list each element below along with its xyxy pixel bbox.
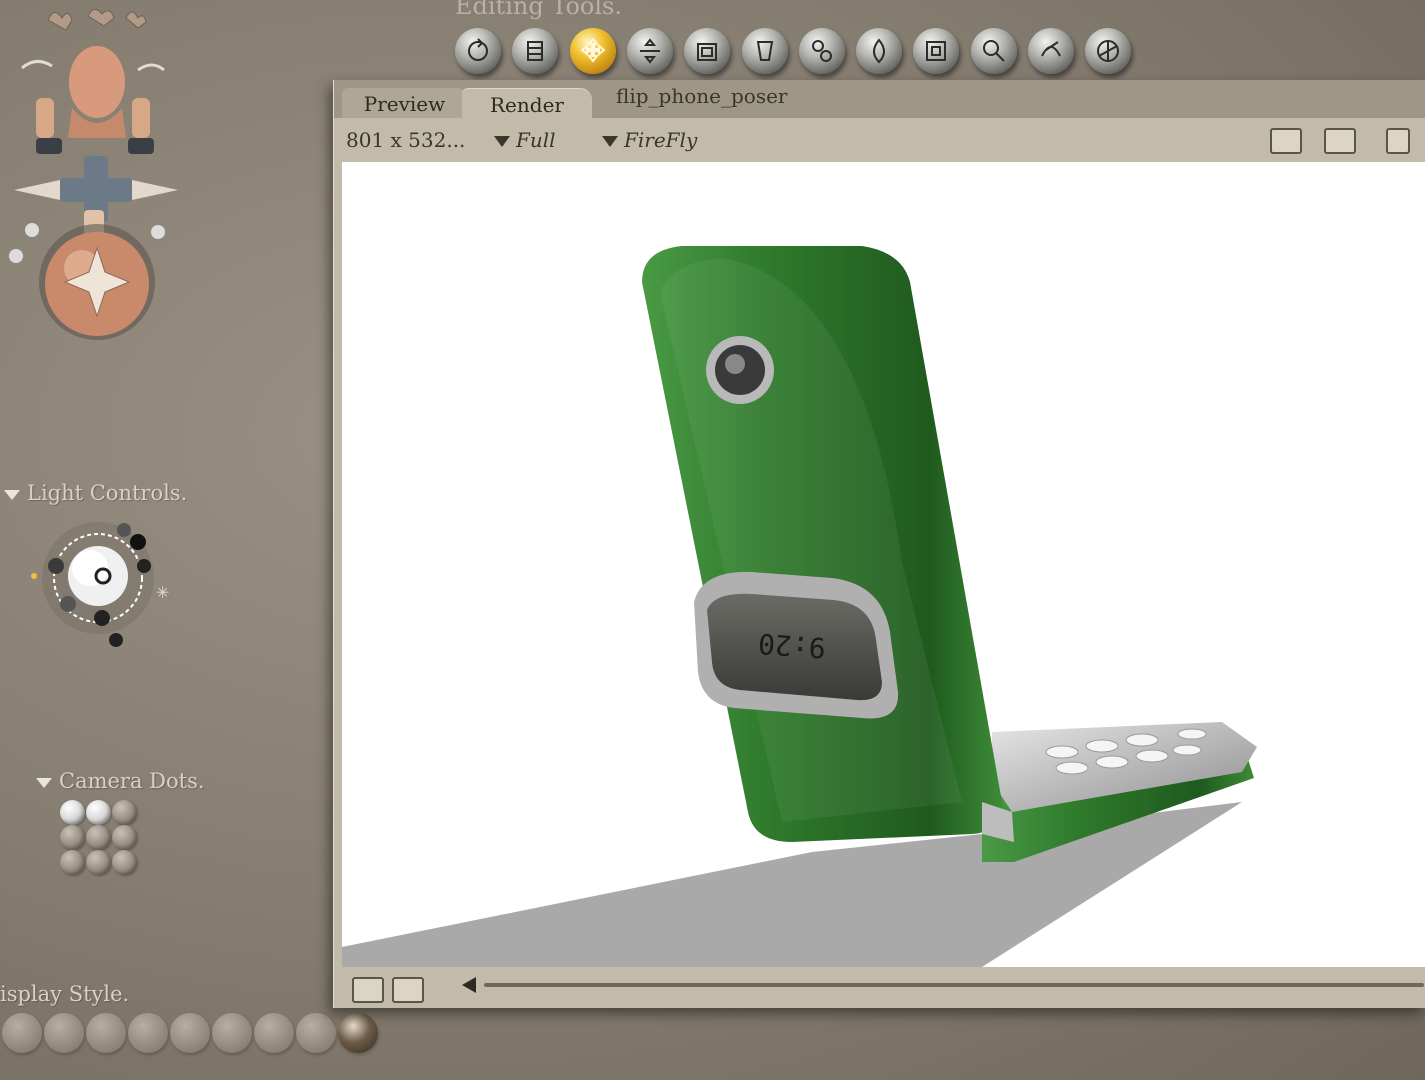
tool-button-color[interactable] [856, 28, 903, 74]
collapse-triangle-icon[interactable] [36, 777, 52, 788]
tool-button-scale[interactable] [684, 28, 731, 74]
camera-dot[interactable] [86, 800, 111, 825]
tab-preview[interactable]: Preview [342, 88, 467, 118]
collapse-triangle-icon[interactable] [4, 489, 20, 500]
document-tab-bar: Preview Render flip_phone_poser [334, 80, 1425, 119]
tool-button-chain-break[interactable] [798, 28, 845, 74]
display-style-label: isplay Style. [0, 982, 130, 1006]
tool-button-rotate[interactable] [455, 28, 501, 74]
display-style-button[interactable] [338, 1013, 378, 1053]
twist-icon [527, 41, 544, 61]
render-history-slider[interactable] [484, 983, 1424, 987]
tool-button-view-magnifier[interactable] [970, 28, 1017, 74]
camera-dot[interactable] [60, 825, 85, 850]
tool-button-twist[interactable] [512, 28, 559, 74]
camera-dot[interactable] [86, 825, 111, 850]
document-window: Preview Render flip_phone_poser 801 x 53… [333, 80, 1425, 1008]
tool-button-translate[interactable] [569, 28, 616, 74]
scale-icon [697, 43, 718, 61]
svg-text:✳: ✳ [156, 583, 169, 602]
direct-manipulation-icon [1097, 40, 1120, 62]
render-resolution[interactable]: 801 x 532... [346, 128, 465, 152]
light-controls-header[interactable]: Light Controls. [4, 481, 187, 505]
grouping-icon [926, 41, 947, 61]
camera-dot[interactable] [60, 800, 85, 825]
hand-icons [47, 9, 147, 31]
display-style-button[interactable] [212, 1013, 252, 1053]
render-info-bar: 801 x 532... Full FireFly [334, 118, 1425, 162]
light-controls-widget[interactable]: ✳ [28, 518, 188, 658]
phone-display-time: 9:20 [757, 627, 827, 665]
tab-render[interactable]: Render [462, 88, 592, 119]
display-style-button[interactable] [128, 1013, 168, 1053]
tool-button-morphing-tool[interactable] [1028, 28, 1074, 74]
compare-icon[interactable] [352, 977, 384, 1003]
render-size-dropdown[interactable]: Full [494, 128, 556, 152]
camera-dots-header[interactable]: Camera Dots. [36, 769, 205, 793]
render-bottom-bar [334, 967, 1425, 1008]
rotate-icon [468, 38, 489, 61]
render-size-value: Full [516, 128, 556, 152]
render-canvas[interactable]: 9:20 [342, 162, 1425, 967]
translate-icon [579, 37, 606, 63]
editing-tools-title: Editing Tools. [455, 0, 622, 20]
rendered-phone-image: 9:20 [342, 246, 1257, 967]
tool-button-translate-in-out[interactable] [626, 28, 673, 74]
display-style-button[interactable] [296, 1013, 336, 1053]
display-style-button[interactable] [254, 1013, 294, 1053]
display-style-button[interactable] [170, 1013, 210, 1053]
render-settings-icon[interactable] [1270, 128, 1302, 154]
document-name: flip_phone_poser [616, 84, 788, 108]
dropdown-arrow-icon [494, 136, 510, 147]
dropdown-arrow-icon [602, 136, 618, 147]
tool-button-direct-manipulation[interactable] [1085, 28, 1132, 74]
chain-break-icon [811, 40, 832, 62]
translate-in-out-icon [639, 38, 660, 64]
light-controls-label: Light Controls. [27, 481, 188, 505]
camera-controls[interactable] [0, 0, 200, 345]
new-window-icon[interactable] [1324, 128, 1356, 154]
tool-button-grouping[interactable] [913, 28, 960, 74]
display-style-button[interactable] [86, 1013, 126, 1053]
tool-button-taper[interactable] [741, 28, 788, 74]
camera-dot[interactable] [112, 800, 137, 825]
render-engine-value: FireFly [624, 128, 698, 152]
camera-dot[interactable] [86, 850, 111, 875]
camera-dots-label: Camera Dots. [59, 769, 205, 793]
display-style-button[interactable] [2, 1013, 42, 1053]
taper-icon [756, 41, 773, 61]
export-icon[interactable] [1386, 128, 1410, 154]
history-icon[interactable] [392, 977, 424, 1003]
render-engine-dropdown[interactable]: FireFly [602, 128, 697, 152]
camera-dot[interactable] [112, 825, 137, 850]
morphing-tool-icon [1041, 41, 1061, 57]
camera-dot[interactable] [112, 850, 137, 875]
scroll-left-arrow-icon[interactable] [462, 977, 476, 993]
display-style-button[interactable] [44, 1013, 84, 1053]
view-magnifier-icon [982, 40, 1005, 62]
color-icon [873, 38, 886, 64]
camera-dot[interactable] [60, 850, 85, 875]
